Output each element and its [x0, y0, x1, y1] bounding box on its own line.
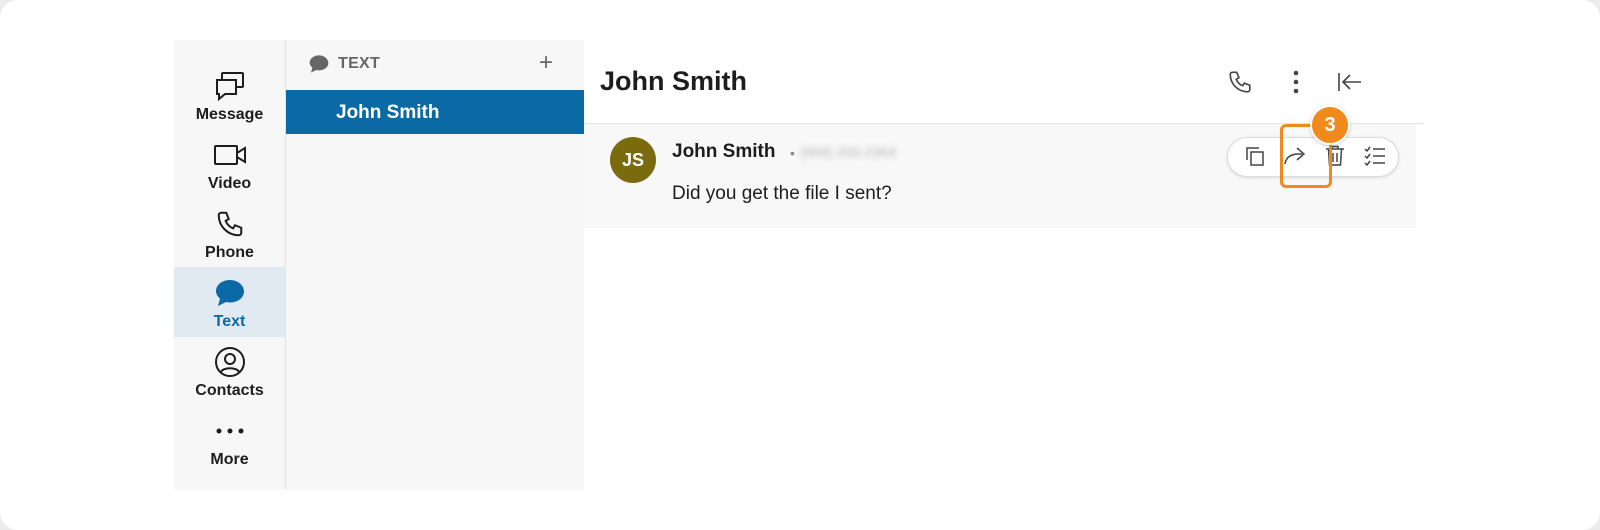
kebab-menu-icon — [1293, 70, 1299, 99]
message-item[interactable]: JS John Smith • (909) 200-2364 Did you g… — [584, 124, 1416, 228]
conversation-name: John Smith — [336, 102, 440, 123]
copy-button[interactable] — [1238, 141, 1272, 175]
conversation-title: John Smith — [600, 66, 747, 96]
nav-item-text[interactable]: Text — [174, 267, 285, 337]
left-nav: Message Video Phone Text Contacts More — [174, 40, 286, 490]
nav-item-video[interactable]: Video — [174, 129, 285, 199]
app-window: Message Video Phone Text Contacts More T… — [174, 40, 1424, 490]
nav-label: Text — [213, 313, 246, 330]
sender-phone: (909) 200-2364 — [800, 144, 896, 160]
nav-label: More — [210, 451, 249, 468]
nav-item-contacts[interactable]: Contacts — [174, 336, 285, 406]
more-dots-icon — [213, 414, 247, 448]
message-action-bar — [1227, 137, 1399, 177]
select-button[interactable] — [1358, 141, 1392, 175]
contacts-icon — [213, 345, 247, 379]
phone-icon — [1227, 69, 1253, 100]
nav-label: Video — [207, 175, 252, 192]
separator-dot: • — [790, 145, 795, 161]
list-header: TEXT + — [286, 40, 584, 90]
conversation-panel: John Smith JS John Smith • (909) 200-236… — [584, 40, 1424, 490]
nav-item-more[interactable]: More — [174, 405, 285, 475]
copy-icon — [1244, 145, 1266, 172]
text-bubble-icon — [308, 54, 330, 74]
message-text: Did you get the file I sent? — [672, 183, 892, 204]
message-sender: John Smith — [672, 141, 776, 162]
avatar: JS — [610, 137, 656, 183]
list-header-title: TEXT — [338, 55, 381, 72]
nav-item-message[interactable]: Message — [174, 60, 285, 130]
conversation-list-panel: TEXT + John Smith — [286, 40, 584, 490]
collapse-panel-button[interactable] — [1330, 64, 1370, 104]
forward-button[interactable] — [1278, 141, 1312, 175]
video-icon — [213, 138, 247, 172]
nav-label: Contacts — [195, 382, 264, 399]
select-icon — [1364, 146, 1386, 171]
nav-label: Message — [195, 106, 264, 123]
text-bubble-icon — [213, 276, 247, 310]
step-badge: 3 — [1310, 105, 1350, 145]
nav-item-phone[interactable]: Phone — [174, 198, 285, 268]
forward-icon — [1283, 146, 1307, 171]
more-options-button[interactable] — [1276, 64, 1316, 104]
call-button[interactable] — [1220, 64, 1260, 104]
message-icon — [213, 69, 247, 103]
add-conversation-icon[interactable]: + — [531, 48, 561, 78]
phone-icon — [213, 207, 247, 241]
nav-label: Phone — [205, 244, 254, 261]
conversation-list-item[interactable]: John Smith — [286, 90, 584, 134]
delete-button[interactable] — [1318, 141, 1352, 175]
delete-icon — [1325, 145, 1345, 172]
collapse-panel-icon — [1337, 71, 1363, 98]
